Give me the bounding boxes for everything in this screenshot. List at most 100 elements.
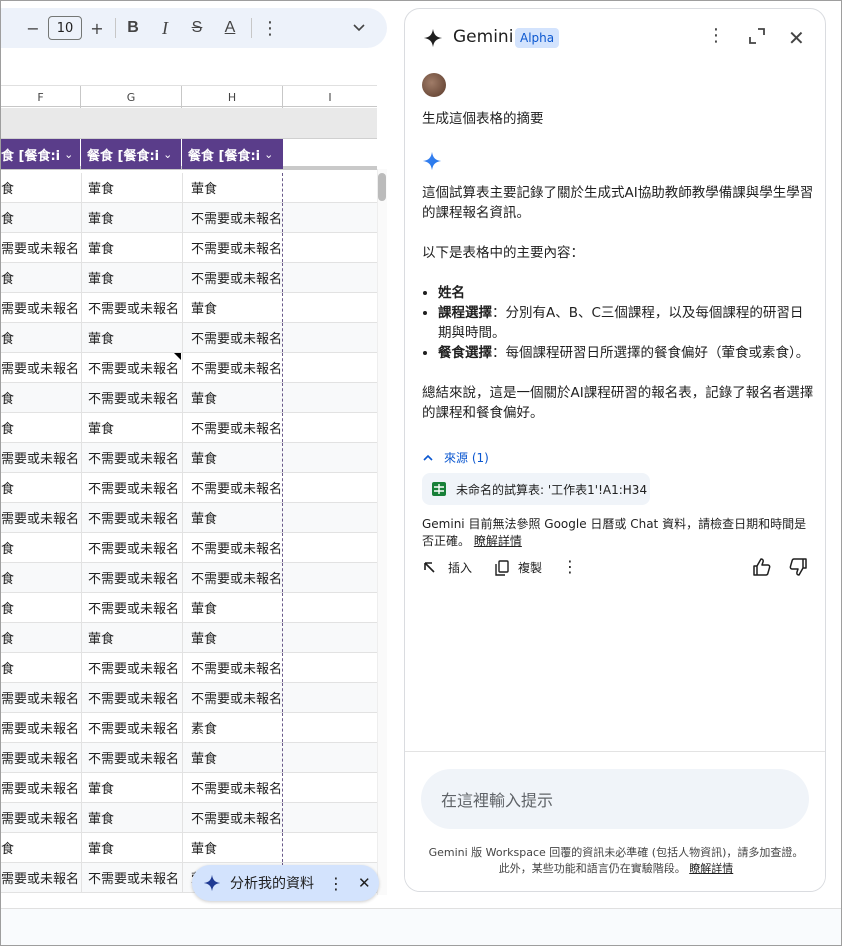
table-cell[interactable]: 需要或未報名 bbox=[1, 443, 80, 472]
table-cell-empty[interactable] bbox=[283, 533, 377, 562]
table-cell[interactable]: 需要或未報名 bbox=[1, 293, 80, 322]
table-cell[interactable]: 食 bbox=[1, 473, 80, 502]
column-header-h[interactable]: H bbox=[182, 86, 283, 108]
table-cell[interactable]: 葷食 bbox=[182, 293, 283, 322]
table-cell[interactable]: 不需要或未報名 bbox=[81, 533, 181, 562]
table-cell[interactable]: 不需要或未報名 bbox=[182, 353, 283, 382]
table-cell[interactable]: 需要或未報名 bbox=[1, 773, 80, 802]
table-cell[interactable]: 需要或未報名 bbox=[1, 713, 80, 742]
table-cell[interactable]: 葷食 bbox=[182, 383, 283, 412]
table-cell[interactable]: 需要或未報名 bbox=[1, 803, 80, 832]
table-cell[interactable]: 葷食 bbox=[81, 173, 181, 202]
table-cell[interactable]: 葷食 bbox=[81, 263, 181, 292]
table-cell[interactable]: 食 bbox=[1, 653, 80, 682]
table-cell[interactable]: 不需要或未報名 bbox=[182, 263, 283, 292]
table-cell[interactable]: 不需要或未報名 bbox=[81, 503, 181, 532]
table-cell[interactable]: 食 bbox=[1, 533, 80, 562]
table-cell-empty[interactable] bbox=[283, 293, 377, 322]
table-cell-empty[interactable] bbox=[283, 833, 377, 862]
expand-icon[interactable] bbox=[749, 28, 765, 49]
table-cell[interactable]: 不需要或未報名 bbox=[182, 563, 283, 592]
table-cell[interactable]: 不需要或未報名 bbox=[81, 743, 181, 772]
table-cell[interactable]: 葷食 bbox=[182, 503, 283, 532]
table-cell[interactable]: 需要或未報名 bbox=[1, 683, 80, 712]
table-cell-empty[interactable] bbox=[283, 323, 377, 352]
footnote-learn-more-link[interactable]: 瞭解詳情 bbox=[689, 862, 733, 875]
table-cell[interactable]: 不需要或未報名 bbox=[81, 443, 181, 472]
italic-button[interactable]: I bbox=[151, 14, 179, 42]
more-vert-icon[interactable]: ⋮ bbox=[707, 25, 725, 46]
table-cell-empty[interactable] bbox=[283, 173, 377, 202]
close-icon[interactable]: ✕ bbox=[788, 26, 805, 50]
table-cell[interactable]: 葷食 bbox=[182, 833, 283, 862]
table-cell-empty[interactable] bbox=[283, 473, 377, 502]
prompt-input[interactable]: 在這裡輸入提示 bbox=[421, 769, 809, 829]
table-cell[interactable]: 不需要或未報名 bbox=[182, 203, 283, 232]
table-cell[interactable]: 葷食 bbox=[81, 203, 181, 232]
table-cell[interactable]: 需要或未報名 bbox=[1, 863, 80, 892]
vertical-scrollbar[interactable] bbox=[377, 169, 387, 895]
table-cell[interactable]: 需要或未報名 bbox=[1, 353, 80, 382]
table-cell[interactable]: 需要或未報名 bbox=[1, 743, 80, 772]
table-cell-empty[interactable] bbox=[283, 743, 377, 772]
table-cell-empty[interactable] bbox=[283, 683, 377, 712]
table-cell[interactable]: 不需要或未報名 bbox=[81, 593, 181, 622]
table-cell-empty[interactable] bbox=[283, 263, 377, 292]
table-cell-empty[interactable] bbox=[283, 563, 377, 592]
table-cell[interactable]: 食 bbox=[1, 623, 80, 652]
table-cell[interactable]: 葷食 bbox=[81, 413, 181, 442]
table-cell[interactable]: 食 bbox=[1, 413, 80, 442]
table-cell[interactable]: 葷食 bbox=[182, 623, 283, 652]
table-cell[interactable]: 食 bbox=[1, 563, 80, 592]
table-cell[interactable]: 不需要或未報名 bbox=[81, 653, 181, 682]
header-cell-h[interactable]: 餐食 [餐食:i ⌄ bbox=[182, 139, 283, 169]
table-cell[interactable]: 葷食 bbox=[182, 593, 283, 622]
table-cell[interactable]: 葷食 bbox=[81, 623, 181, 652]
chevron-down-icon[interactable]: ⌄ bbox=[264, 148, 273, 161]
table-cell[interactable]: 不需要或未報名 bbox=[81, 683, 181, 712]
copy-button[interactable]: 複製 bbox=[494, 559, 542, 576]
table-cell[interactable]: 不需要或未報名 bbox=[81, 353, 181, 382]
table-cell[interactable]: 食 bbox=[1, 263, 80, 292]
table-cell[interactable]: 葷食 bbox=[81, 833, 181, 862]
table-cell-empty[interactable] bbox=[283, 413, 377, 442]
thumb-up-icon[interactable] bbox=[752, 557, 772, 580]
table-cell[interactable]: 不需要或未報名 bbox=[182, 683, 283, 712]
text-color-button[interactable]: A bbox=[216, 14, 244, 42]
table-cell[interactable]: 不需要或未報名 bbox=[81, 473, 181, 502]
sources-toggle[interactable]: 來源 (1) bbox=[422, 449, 489, 466]
scrollbar-thumb[interactable] bbox=[378, 173, 386, 201]
table-cell[interactable]: 不需要或未報名 bbox=[182, 323, 283, 352]
bold-button[interactable]: B bbox=[119, 14, 147, 42]
table-cell-empty[interactable] bbox=[283, 233, 377, 262]
table-cell[interactable]: 葷食 bbox=[182, 173, 283, 202]
thumb-down-icon[interactable] bbox=[788, 557, 808, 580]
table-cell[interactable]: 需要或未報名 bbox=[1, 233, 80, 262]
table-cell[interactable]: 不需要或未報名 bbox=[182, 413, 283, 442]
analyze-data-chip[interactable]: 分析我的資料 ⋮ ✕ bbox=[192, 865, 379, 901]
table-cell[interactable]: 葷食 bbox=[182, 743, 283, 772]
table-cell[interactable]: 食 bbox=[1, 203, 80, 232]
more-vert-icon[interactable]: ⋮ bbox=[328, 874, 344, 893]
table-cell-empty[interactable] bbox=[283, 653, 377, 682]
table-cell[interactable]: 食 bbox=[1, 593, 80, 622]
column-header-g[interactable]: G bbox=[81, 86, 182, 108]
more-options-icon[interactable]: ⋮ bbox=[256, 14, 284, 42]
table-cell[interactable]: 需要或未報名 bbox=[1, 503, 80, 532]
learn-more-link[interactable]: 瞭解詳情 bbox=[474, 534, 522, 548]
table-cell-empty[interactable] bbox=[283, 593, 377, 622]
table-cell[interactable]: 不需要或未報名 bbox=[81, 863, 181, 892]
source-chip[interactable]: 未命名的試算表: '工作表1'!A1:H34 bbox=[422, 473, 650, 505]
insert-button[interactable]: 插入 bbox=[422, 559, 472, 576]
table-cell-empty[interactable] bbox=[283, 803, 377, 832]
table-cell-empty[interactable] bbox=[283, 713, 377, 742]
spreadsheet-grid[interactable]: F G H I 食 [餐食:i ⌄ 餐食 [餐食:i ⌄ 餐食 [餐食:i ⌄ 食葷食… bbox=[1, 85, 377, 895]
header-cell-f[interactable]: 食 [餐食:i ⌄ bbox=[1, 139, 80, 169]
table-cell[interactable]: 不需要或未報名 bbox=[182, 803, 283, 832]
more-vert-icon[interactable]: ⋮ bbox=[562, 557, 578, 576]
table-cell-empty[interactable] bbox=[283, 773, 377, 802]
table-cell-empty[interactable] bbox=[283, 443, 377, 472]
table-cell[interactable]: 不需要或未報名 bbox=[182, 653, 283, 682]
table-cell-empty[interactable] bbox=[283, 383, 377, 412]
table-cell[interactable]: 不需要或未報名 bbox=[182, 473, 283, 502]
